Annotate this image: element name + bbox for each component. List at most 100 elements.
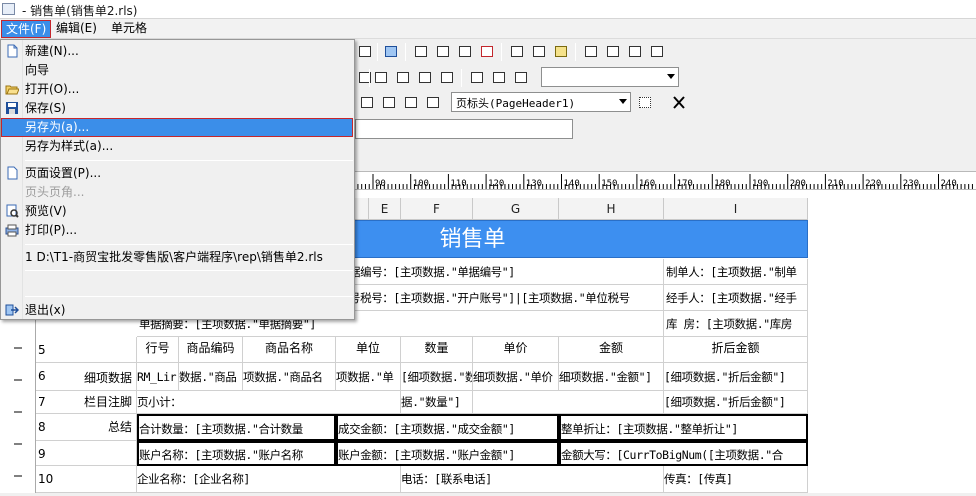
toolbar-row-2 <box>355 65 976 90</box>
row-header-6[interactable]: 6 细项数据 <box>36 363 137 391</box>
row-height-icon[interactable] <box>551 42 571 61</box>
header-item-name[interactable]: 商品名称 <box>243 337 336 363</box>
menu-item-new[interactable]: 新建(N)... <box>1 42 353 61</box>
app-icon <box>2 3 15 15</box>
ruler-tick-label: 90 <box>375 179 386 189</box>
detail-amount[interactable]: 细项数据."金额"] <box>559 363 664 391</box>
header-quantity[interactable]: 数量 <box>401 337 473 363</box>
page-subtotal-discount[interactable]: [细项数据."折后金额"] <box>664 391 808 414</box>
row-header-8[interactable]: 8 总结 <box>36 414 137 441</box>
insert-column-icon[interactable] <box>411 42 431 61</box>
order-discount[interactable]: 整单折让：[主项数据."整单折让"] <box>559 414 808 441</box>
total-quantity[interactable]: 合计数量：[主项数据."合计数量 <box>137 414 336 441</box>
column-left-icon[interactable] <box>455 42 475 61</box>
align-right-icon[interactable] <box>415 68 435 87</box>
cell-handler[interactable]: 经手人：[主项数据."经手 <box>664 285 808 311</box>
menu-edit[interactable]: 编辑(E) <box>52 20 101 38</box>
page-subtotal-quantity[interactable]: 据."数量"] <box>401 391 473 414</box>
detail-item-name[interactable]: 项数据."商品名 <box>243 363 336 391</box>
detail-price[interactable]: 细项数据."单价 <box>473 363 559 391</box>
header-amount[interactable]: 金额 <box>559 337 664 363</box>
valign-middle-icon[interactable] <box>489 68 509 87</box>
valign-top-icon[interactable] <box>467 68 487 87</box>
menu-item-save[interactable]: 保存(S) <box>1 99 353 118</box>
cell-creator[interactable]: 制单人：[主项数据."制单 <box>664 259 808 285</box>
band-select[interactable]: 页标头(PageHeader1) <box>451 92 631 112</box>
align-left-icon[interactable] <box>371 68 391 87</box>
account-name[interactable]: 账户名称：[主项数据."账户名称 <box>137 441 336 466</box>
style-combo[interactable] <box>541 67 679 87</box>
contact-phone[interactable]: 电话：[联系电话] <box>401 466 664 493</box>
menu-item-open[interactable]: 打开(O)... <box>1 80 353 99</box>
align-grid-4-icon[interactable] <box>647 42 667 61</box>
delete-column-icon[interactable] <box>433 42 453 61</box>
column-header-i[interactable]: I <box>664 198 808 220</box>
menu-cell[interactable]: 单元格 <box>107 20 151 38</box>
close-icon[interactable] <box>669 93 689 112</box>
header-unit[interactable]: 单位 <box>336 337 401 363</box>
toolbar-row-1 <box>355 39 976 65</box>
detail-row-no[interactable]: RM_Lir <box>137 363 179 391</box>
menu-item-page-setup[interactable]: 页面设置(P)... <box>1 164 353 183</box>
insert-row-icon[interactable] <box>507 42 527 61</box>
menu-item-wizard[interactable]: 向导 <box>1 61 353 80</box>
ruler-tick-label: 110 <box>450 179 466 189</box>
delete-row-icon[interactable] <box>529 42 549 61</box>
row-header-5[interactable]: 5 <box>36 337 137 363</box>
align-center-icon[interactable] <box>393 68 413 87</box>
menu-item-save-as-style[interactable]: 另存为样式(a)... <box>1 137 353 156</box>
band-tool-4-icon[interactable] <box>423 93 443 112</box>
ruler-tick-label: 230 <box>903 179 919 189</box>
exit-report-icon[interactable] <box>381 42 401 61</box>
header-item-code[interactable]: 商品编码 <box>179 337 243 363</box>
row-header-10[interactable]: 10 <box>36 466 137 493</box>
detail-discount-amount[interactable]: [细项数据."折后金额"] <box>664 363 808 391</box>
account-amount[interactable]: 账户金额：[主项数据."账户金额"] <box>336 441 559 466</box>
menu-item-header-footer[interactable]: 页头页角... <box>1 183 353 202</box>
deal-amount[interactable]: 成交金额：[主项数据."成交金额"] <box>336 414 559 441</box>
paste-icon[interactable] <box>355 42 375 61</box>
amount-in-words[interactable]: 金额大写：[CurrToBigNum([主项数据."合 <box>559 441 808 466</box>
cell-warehouse[interactable]: 库 房：[主项数据."库房 <box>664 311 808 337</box>
valign-bottom-icon[interactable] <box>511 68 531 87</box>
cell-edit-input[interactable] <box>355 119 573 139</box>
header-discount-amount[interactable]: 折后金额 <box>664 337 808 363</box>
detail-unit[interactable]: 项数据."单 <box>336 363 401 391</box>
line-style-icon[interactable] <box>635 93 665 112</box>
company-name[interactable]: 企业名称：[企业名称] <box>137 466 401 493</box>
ruler-tick-label: 200 <box>790 179 806 189</box>
align-grid-2-icon[interactable] <box>603 42 623 61</box>
menu-item-save-as[interactable]: 另存为(a)... <box>1 118 353 137</box>
close-x-glyph <box>673 96 685 109</box>
page-subtotal-label[interactable]: 页小计： <box>137 391 401 414</box>
column-header-g[interactable]: G <box>473 198 559 220</box>
align-justify-icon[interactable] <box>437 68 457 87</box>
band-tool-1-icon[interactable] <box>357 93 377 112</box>
column-header-blank[interactable] <box>355 198 369 220</box>
band-tool-2-icon[interactable] <box>379 93 399 112</box>
detail-quantity[interactable]: [细项数据."数量"] <box>401 363 473 391</box>
toolbar-separator <box>369 69 370 87</box>
header-row-no[interactable]: 行号 <box>137 337 179 363</box>
align-grid-3-icon[interactable] <box>625 42 645 61</box>
ruler-tick-label: 170 <box>677 179 693 189</box>
row-header-9[interactable]: 9 <box>36 441 137 466</box>
header-price[interactable]: 单价 <box>473 337 559 363</box>
column-header-e[interactable]: E <box>369 198 401 220</box>
column-header-h[interactable]: H <box>559 198 664 220</box>
band-tool-3-icon[interactable] <box>401 93 421 112</box>
menu-item-preview[interactable]: 预览(V) <box>1 202 353 221</box>
menu-item-print[interactable]: 打印(P)... <box>1 221 353 240</box>
menu-item-exit[interactable]: 退出(x) <box>1 301 353 320</box>
detail-item-code[interactable]: 数据."商品 <box>179 363 243 391</box>
column-header-f[interactable]: F <box>401 198 473 220</box>
column-width-icon[interactable] <box>477 42 497 61</box>
row-header-7[interactable]: 7 栏目注脚 <box>36 391 137 414</box>
align-grid-1-icon[interactable] <box>581 42 601 61</box>
cell-handler-text: 经手人：[主项数据."经手 <box>666 291 797 305</box>
menu-item-recent-file[interactable]: 1 D:\T1-商贸宝批发零售版\客户端程序\rep\销售单2.rls <box>1 248 353 267</box>
toolbar-separator <box>501 43 502 61</box>
menu-file[interactable]: 文件(F) <box>1 20 52 38</box>
page-subtotal-blank[interactable] <box>473 391 664 414</box>
fax[interactable]: 传真：[传真] <box>664 466 808 493</box>
